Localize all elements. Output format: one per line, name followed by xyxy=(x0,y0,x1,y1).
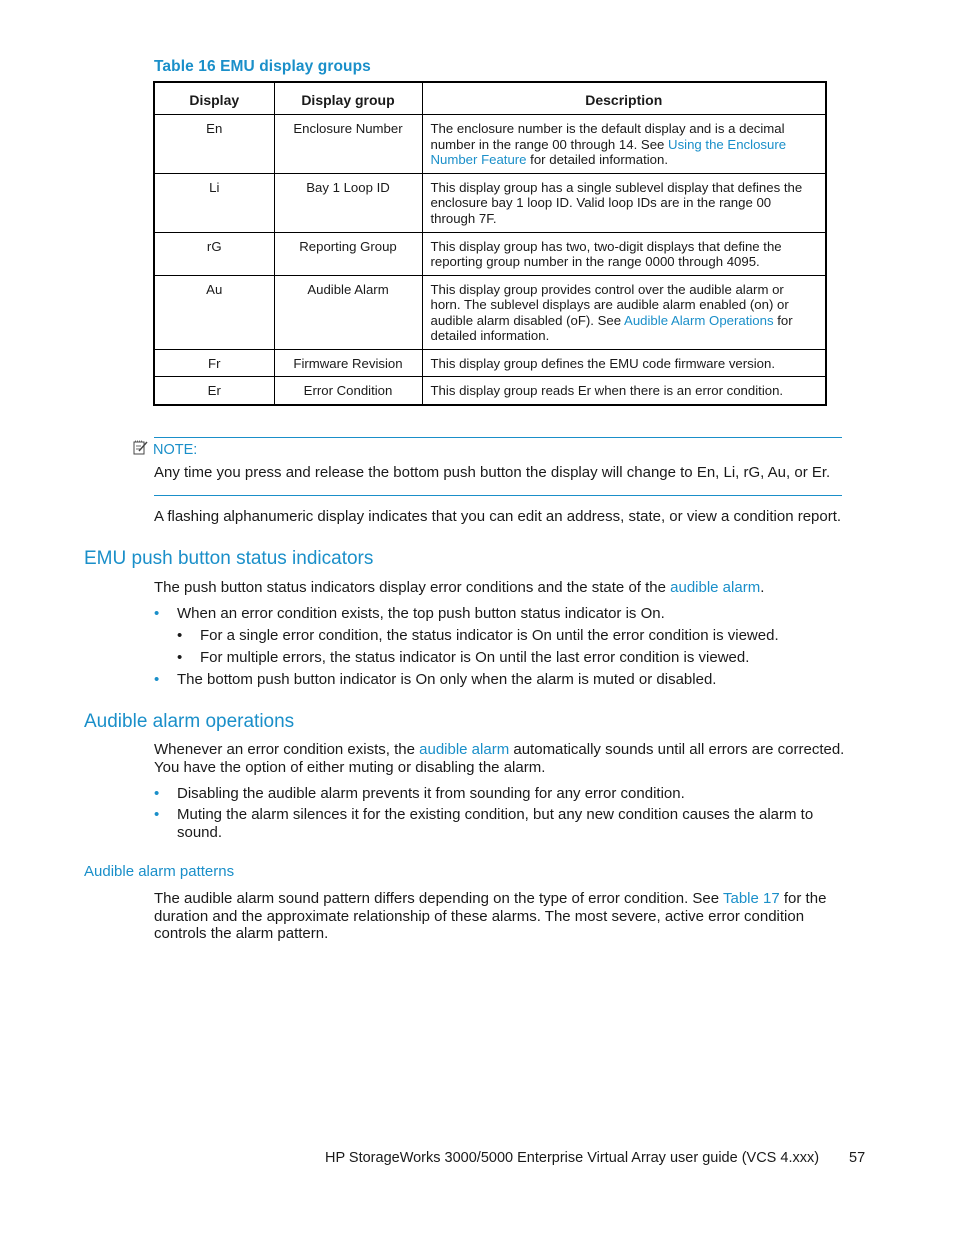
patterns-paragraph: The audible alarm sound pattern differs … xyxy=(154,890,852,943)
bullet-icon: • xyxy=(154,605,160,622)
cell-description: This display group provides control over… xyxy=(421,274,827,350)
table-header-row: Display Display group Description xyxy=(153,81,827,115)
bullet-text: The bottom push button indicator is On o… xyxy=(177,671,717,688)
cell-display: rG xyxy=(153,231,275,276)
bullet-text: For a single error condition, the status… xyxy=(200,627,779,644)
heading-audible-alarm-patterns: Audible alarm patterns xyxy=(84,863,235,880)
cell-display: Er xyxy=(153,376,275,405)
cell-description: This display group defines the EMU code … xyxy=(421,348,827,377)
cell-display: Au xyxy=(153,274,275,350)
emu-display-groups-table: Display Display group Description En Enc… xyxy=(153,81,827,406)
bullet-icon: • xyxy=(177,627,183,644)
heading-audible-alarm-operations: Audible alarm operations xyxy=(84,711,295,732)
table-row: Li Bay 1 Loop ID This display group has … xyxy=(153,172,827,233)
note-bottom-rule xyxy=(154,495,842,496)
cell-group: Enclosure Number xyxy=(273,114,423,174)
link-audible-alarm[interactable]: audible alarm xyxy=(670,579,760,596)
footer-page-number: 57 xyxy=(849,1150,866,1166)
link-audible-alarm[interactable]: audible alarm xyxy=(419,741,509,758)
bullet-icon: • xyxy=(177,649,183,666)
paragraph-text: The push button status indicators displa… xyxy=(154,579,671,596)
alarm-intro-paragraph: Whenever an error condition exists, the … xyxy=(154,741,860,776)
cell-description: This display group reads Er when there i… xyxy=(421,376,827,405)
bullet-item: • Disabling the audible alarm prevents i… xyxy=(154,785,854,803)
cell-description: This display group has two, two-digit di… xyxy=(421,231,827,276)
sub-bullet-item: • For multiple errors, the status indica… xyxy=(177,649,877,667)
note-heading: NOTE: xyxy=(133,440,197,459)
header-display: Display xyxy=(153,81,275,115)
bullet-text: Muting the alarm silences it for the exi… xyxy=(177,806,814,841)
table-row: rG Reporting Group This display group ha… xyxy=(153,231,827,276)
cell-group: Audible Alarm xyxy=(273,274,423,350)
cell-display: Li xyxy=(153,172,275,233)
bullet-item: • The bottom push button indicator is On… xyxy=(154,671,854,689)
note-label: NOTE: xyxy=(153,441,198,458)
footer-document-title: HP StorageWorks 3000/5000 Enterprise Vir… xyxy=(325,1150,820,1166)
cell-group: Firmware Revision xyxy=(273,348,423,377)
note-pencil-icon xyxy=(133,440,149,459)
cell-description: This display group has a single sublevel… xyxy=(421,172,827,233)
bullet-icon: • xyxy=(154,806,160,823)
paragraph-text: Whenever an error condition exists, the xyxy=(154,741,420,758)
cell-display: Fr xyxy=(153,348,275,377)
header-description: Description xyxy=(421,81,827,115)
paragraph-text: . xyxy=(760,579,765,596)
cell-group: Error Condition xyxy=(273,376,423,405)
bullet-item: • Muting the alarm silences it for the e… xyxy=(154,806,816,841)
table-row: Er Error Condition This display group re… xyxy=(153,376,827,405)
bullet-text: For multiple errors, the status indicato… xyxy=(200,649,750,666)
link-table-17[interactable]: Table 17 xyxy=(723,890,780,907)
table-row: Au Audible Alarm This display group prov… xyxy=(153,274,827,350)
bullet-icon: • xyxy=(154,671,160,688)
sub-bullet-item: • For a single error condition, the stat… xyxy=(177,627,877,645)
bullet-icon: • xyxy=(154,785,160,802)
push-intro-paragraph: The push button status indicators displa… xyxy=(154,579,764,597)
cell-group: Bay 1 Loop ID xyxy=(273,172,423,233)
heading-emu-push-button-status-indicators: EMU push button status indicators xyxy=(84,548,374,569)
bullet-text: Disabling the audible alarm prevents it … xyxy=(177,785,685,802)
table-row: En Enclosure Number The enclosure number… xyxy=(153,114,827,174)
table-title: Table 16 EMU display groups xyxy=(154,58,371,75)
paragraph-text: The audible alarm sound pattern differs … xyxy=(154,890,723,907)
description-text: for detailed information. xyxy=(526,152,668,167)
note-text: Any time you press and release the botto… xyxy=(154,464,831,481)
cell-description: The enclosure number is the default disp… xyxy=(421,114,827,174)
cell-display: En xyxy=(153,114,275,174)
flashing-display-paragraph: A flashing alphanumeric display indicate… xyxy=(154,508,842,525)
header-display-group: Display group xyxy=(273,81,423,115)
table-row: Fr Firmware Revision This display group … xyxy=(153,348,827,377)
bullet-item: • When an error condition exists, the to… xyxy=(154,605,854,623)
note-top-rule xyxy=(154,437,842,438)
link-audible-alarm-operations[interactable]: Audible Alarm Operations xyxy=(624,313,774,328)
cell-group: Reporting Group xyxy=(273,231,423,276)
bullet-text: When an error condition exists, the top … xyxy=(177,605,665,622)
